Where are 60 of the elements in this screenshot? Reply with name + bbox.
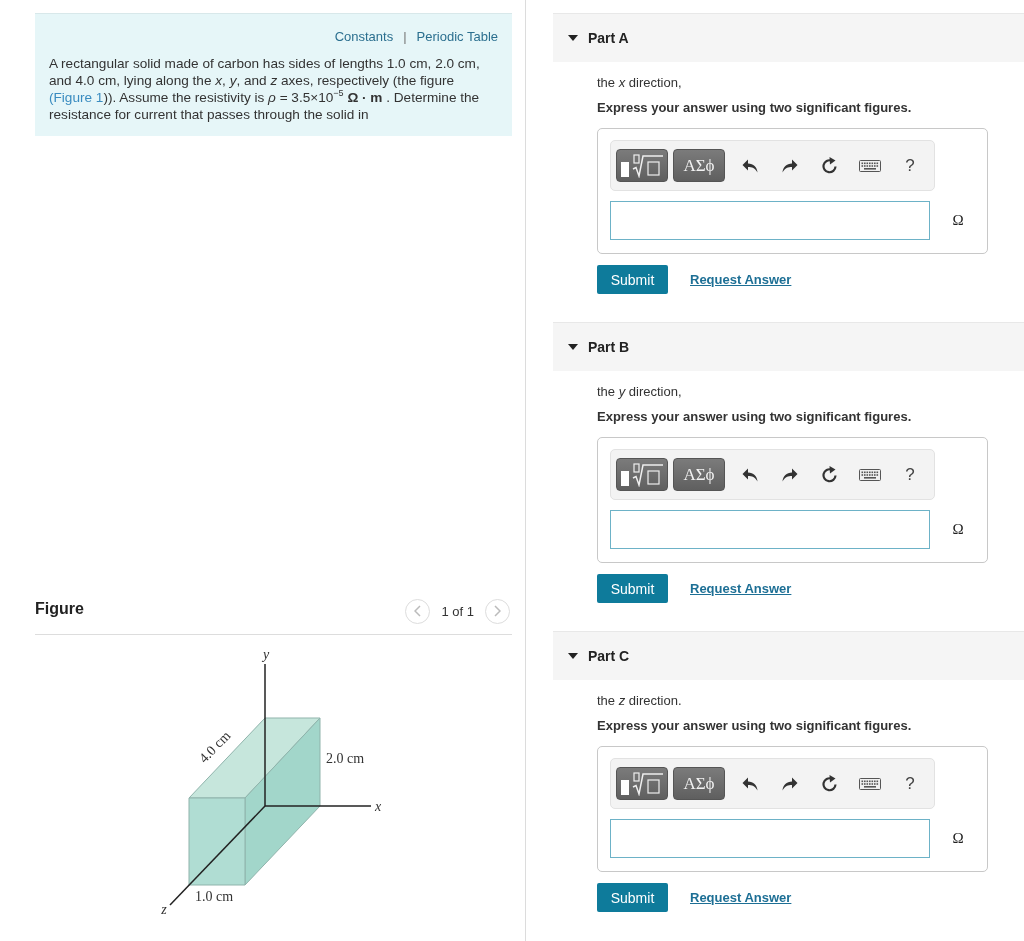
- answer-instruction: Express your answer using two significant figures.: [597, 99, 913, 117]
- redo-arrow-icon: [782, 158, 798, 173]
- problem-text: A rectangular solid made of carbon has sides of lengths 1.0 cm, 2.0 cm, and 4.0 cm, lying along the x, y, and z axes, respectively (the figure (Figure 1)). Assume the resistivity is ρ = 3.5×10$^{−5}$ Ω · m . Determine the resistance for current that passes through the solid in: [49, 55, 481, 123]
- resource-link[interactable]: Periodic Table: [416, 28, 498, 46]
- part-header[interactable]: Part A: [553, 13, 1024, 62]
- answer-instruction: Express your answer using two significant figures.: [597, 408, 913, 426]
- answer-field[interactable]: [610, 510, 930, 549]
- submit-button[interactable]: Submit: [597, 574, 668, 603]
- submit-button[interactable]: Submit: [597, 265, 668, 294]
- symbols-button[interactable]: ΑΣϕ: [673, 149, 725, 182]
- answer-instruction: Express your answer using two significant figures.: [597, 717, 913, 735]
- figure-title: Figure: [35, 599, 84, 619]
- answer-field[interactable]: [610, 819, 930, 858]
- undo-arrow-icon: [742, 776, 758, 791]
- help-button[interactable]: ?: [896, 769, 924, 798]
- keyboard-icon: [859, 777, 881, 790]
- part-header[interactable]: Part B: [553, 322, 1024, 371]
- dimension-label: 2.0 cm: [326, 751, 365, 766]
- redo-arrow-icon: [782, 467, 798, 482]
- undo-arrow-icon: [742, 467, 758, 482]
- submit-button[interactable]: Submit: [597, 883, 668, 912]
- undo-arrow-icon: [742, 158, 758, 173]
- page-counter: 1 of 1: [441, 603, 474, 619]
- question-prompt: the z direction.: [597, 692, 683, 710]
- unit-label: Ω: [951, 830, 965, 847]
- dimension-label: 1.0 cm: [195, 889, 234, 904]
- question-prompt: the x direction,: [597, 74, 683, 92]
- fraction-root-template-icon: [620, 153, 664, 178]
- templates-button[interactable]: [616, 458, 668, 491]
- help-button[interactable]: ?: [896, 151, 924, 180]
- link-separator: |: [403, 28, 407, 46]
- unit-label: Ω: [951, 521, 965, 538]
- templates-button[interactable]: [616, 767, 668, 800]
- dimension-label: 4.0 cm: [196, 727, 234, 766]
- reset-icon: [822, 775, 838, 792]
- symbols-button[interactable]: ΑΣϕ: [673, 458, 725, 491]
- request-answer-link[interactable]: Request Answer: [690, 890, 792, 905]
- reset-icon: [822, 466, 838, 483]
- symbols-button[interactable]: ΑΣϕ: [673, 767, 725, 800]
- axis-label: x: [374, 799, 382, 814]
- request-answer-link[interactable]: Request Answer: [690, 272, 792, 287]
- fraction-root-template-icon: [620, 462, 664, 487]
- keyboard-icon: [859, 159, 881, 172]
- templates-button[interactable]: [616, 149, 668, 182]
- part-header[interactable]: Part C: [553, 631, 1024, 680]
- axis-label: z: [161, 902, 167, 917]
- question-prompt: the y direction,: [597, 383, 683, 401]
- redo-arrow-icon: [782, 776, 798, 791]
- axis-label: y: [262, 647, 270, 662]
- answer-field[interactable]: [610, 201, 930, 240]
- help-button[interactable]: ?: [896, 460, 924, 489]
- keyboard-icon: [859, 468, 881, 481]
- unit-label: Ω: [951, 212, 965, 229]
- figure-link[interactable]: (Figure 1: [49, 90, 104, 105]
- fraction-root-template-icon: [620, 771, 664, 796]
- chevron-left-icon: [414, 605, 422, 617]
- chevron-right-icon: [494, 605, 501, 617]
- resource-link[interactable]: Constants: [334, 28, 394, 46]
- request-answer-link[interactable]: Request Answer: [690, 581, 792, 596]
- reset-icon: [822, 157, 838, 174]
